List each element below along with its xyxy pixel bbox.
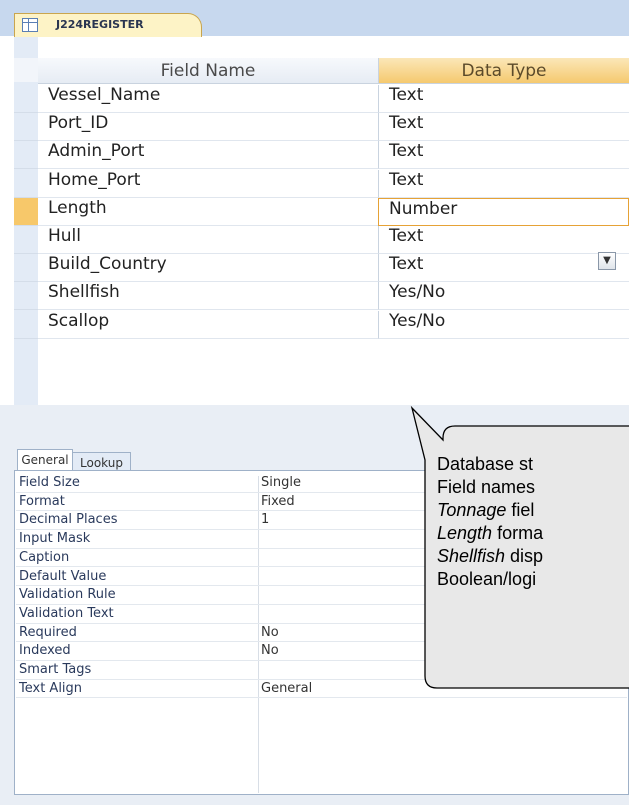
property-name: Required: [19, 624, 77, 640]
property-row[interactable]: Format Fixed: [16, 493, 627, 512]
chevron-down-icon[interactable]: ▼: [598, 252, 616, 270]
data-type-cell[interactable]: Text: [378, 141, 629, 170]
row-selector[interactable]: [14, 226, 38, 254]
row-selector[interactable]: [14, 141, 38, 170]
property-name: Input Mask: [19, 531, 91, 547]
data-type-cell[interactable]: Text: [378, 226, 629, 254]
field-name-cell[interactable]: Shellfish: [38, 282, 378, 311]
row-selector[interactable]: [14, 197, 38, 226]
field-name-cell[interactable]: Port_ID: [38, 113, 378, 142]
property-name: Default Value: [19, 568, 107, 584]
property-value[interactable]: General: [261, 680, 312, 698]
select-all-corner[interactable]: [14, 58, 38, 82]
property-row[interactable]: Field Size Single: [16, 474, 627, 493]
property-row[interactable]: Smart Tags: [16, 661, 627, 680]
table-tab-label: J224REGISTER: [56, 18, 144, 31]
field-name-cell[interactable]: Scallop: [38, 311, 378, 339]
property-name: Format: [19, 493, 65, 509]
property-name: Validation Text: [19, 605, 114, 621]
field-name-header: Field Name: [38, 58, 378, 84]
data-type-cell[interactable]: Text: [378, 169, 629, 198]
property-name: Caption: [19, 549, 70, 565]
property-row[interactable]: Input Mask: [16, 530, 627, 549]
property-name: Field Size: [19, 475, 80, 490]
property-row[interactable]: Default Value: [16, 568, 627, 587]
tab-general[interactable]: General: [17, 449, 73, 471]
property-row[interactable]: Validation Rule: [16, 586, 627, 605]
row-selector[interactable]: [14, 85, 38, 113]
property-row[interactable]: Validation Text: [16, 605, 627, 624]
property-name: Decimal Places: [19, 512, 118, 528]
property-row[interactable]: Text Align General: [16, 680, 627, 699]
property-row[interactable]: Caption: [16, 549, 627, 568]
property-value[interactable]: No: [261, 642, 279, 660]
data-type-cell[interactable]: Text: [378, 85, 629, 113]
field-name-cell[interactable]: Build_Country: [38, 254, 378, 283]
property-row[interactable]: Indexed No: [16, 642, 627, 661]
row-selector[interactable]: [14, 113, 38, 142]
property-value[interactable]: Fixed: [261, 493, 295, 511]
property-row[interactable]: Decimal Places 1: [16, 511, 627, 531]
data-type-select[interactable]: Number: [378, 197, 629, 226]
property-value[interactable]: Single: [261, 474, 301, 492]
data-type-cell[interactable]: Yes/No: [378, 282, 629, 311]
property-name: Validation Rule: [19, 587, 116, 603]
tab-lookup[interactable]: Lookup: [73, 452, 131, 471]
field-name-cell[interactable]: Hull: [38, 226, 378, 254]
data-type-header: Data Type: [378, 58, 629, 84]
row-selector[interactable]: [14, 282, 38, 311]
data-type-cell[interactable]: Text: [378, 113, 629, 142]
field-name-cell[interactable]: Home_Port: [38, 170, 378, 198]
property-value[interactable]: No: [261, 624, 279, 642]
row-selector[interactable]: [14, 170, 38, 198]
field-name-cell[interactable]: Admin_Port: [38, 141, 378, 170]
row-selector[interactable]: [14, 254, 38, 283]
property-value[interactable]: 1: [261, 511, 269, 529]
field-name-cell[interactable]: Length: [38, 198, 378, 226]
row-selector[interactable]: [14, 311, 38, 339]
data-type-cell[interactable]: Text: [378, 254, 629, 283]
data-type-cell[interactable]: Yes/No: [378, 310, 629, 339]
property-name: Text Align: [19, 680, 83, 696]
property-name: Smart Tags: [19, 662, 92, 677]
field-name-cell[interactable]: Vessel_Name: [38, 85, 378, 113]
table-icon: [22, 18, 38, 32]
property-name: Indexed: [19, 643, 71, 659]
property-row[interactable]: Required No: [16, 624, 627, 643]
